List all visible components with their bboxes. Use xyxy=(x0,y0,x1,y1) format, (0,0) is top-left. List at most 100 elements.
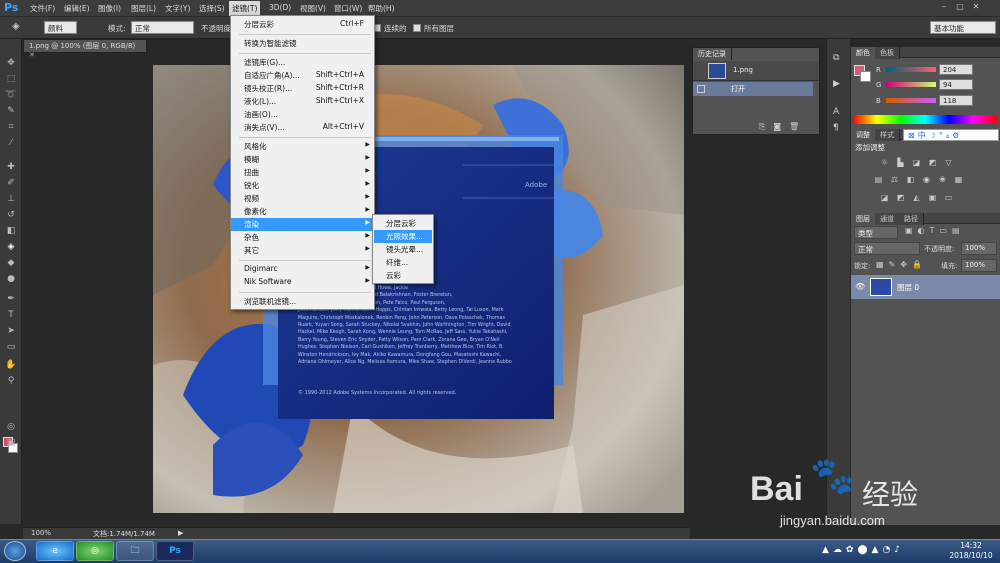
menu-item-stylize[interactable]: 风格化 ▶ xyxy=(231,140,374,153)
posterize-icon[interactable]: ◩ xyxy=(895,193,906,202)
paint-bucket-icon[interactable]: ◈ xyxy=(12,21,20,32)
layer-row[interactable]: 👁 图层 0 xyxy=(851,275,1000,299)
levels-icon[interactable]: ▙ xyxy=(895,158,906,167)
pen-tool-icon[interactable]: ✒ xyxy=(4,293,18,305)
close-icon[interactable]: ✕ xyxy=(968,2,984,14)
menu-item-filter-gallery[interactable]: 滤镜库(G)... xyxy=(231,56,374,69)
blue-slider[interactable] xyxy=(886,98,936,103)
invert-icon[interactable]: ◪ xyxy=(879,193,890,202)
menu-view[interactable]: 视图(V) xyxy=(300,3,326,14)
fill-value[interactable]: 100% xyxy=(961,259,997,272)
menu-item-nik-software[interactable]: Nik Software ▶ xyxy=(231,276,374,289)
menu-item-oil-paint[interactable]: 油画(O)... xyxy=(231,108,374,121)
visibility-eye-icon[interactable]: 👁 xyxy=(855,282,865,291)
tab-paths[interactable]: 路径 xyxy=(899,213,924,225)
paragraph-panel-icon[interactable]: ¶ xyxy=(833,123,839,133)
eraser-tool-icon[interactable]: ◧ xyxy=(4,225,18,237)
history-panel-icon[interactable]: ⧉ xyxy=(833,53,839,63)
fill-source-select[interactable]: 颜料 xyxy=(44,21,77,34)
submenu-clouds[interactable]: 云彩 xyxy=(374,269,432,282)
menu-edit[interactable]: 编辑(E) xyxy=(64,3,90,14)
submenu-lighting-effects[interactable]: 光照效果... xyxy=(374,230,432,243)
crop-tool-icon[interactable]: ⌗ xyxy=(4,121,18,133)
quick-select-tool-icon[interactable]: ✎ xyxy=(4,105,18,117)
zoom-level[interactable]: 100% xyxy=(31,529,51,537)
brush-tool-icon[interactable]: ✐ xyxy=(4,177,18,189)
taskbar-clock[interactable]: 14:32 2018/10/10 xyxy=(945,541,997,563)
layer-filter-icons[interactable]: ▣◐T▭▤ xyxy=(905,226,965,235)
exposure-icon[interactable]: ◩ xyxy=(927,158,938,167)
menu-image[interactable]: 图像(I) xyxy=(98,3,121,14)
character-panel-icon[interactable]: A xyxy=(833,107,839,117)
dodge-tool-icon[interactable]: ● xyxy=(4,273,18,285)
menu-item-smart-filter[interactable]: 转换为智能滤镜 xyxy=(231,37,374,50)
history-footer-icons[interactable]: ⎘◙🗑 xyxy=(759,122,807,132)
stamp-tool-icon[interactable]: ⊥ xyxy=(4,193,18,205)
green-value[interactable]: 94 xyxy=(939,79,973,90)
menu-item-vanishing-point[interactable]: 消失点(V)... Alt+Ctrl+V xyxy=(231,121,374,134)
tab-color[interactable]: 颜色 xyxy=(851,47,876,59)
menu-item-distort[interactable]: 扭曲 ▶ xyxy=(231,166,374,179)
menu-item-blur[interactable]: 模糊 ▶ xyxy=(231,153,374,166)
menu-item-lens-correction[interactable]: 镜头校正(R)... Shift+Ctrl+R xyxy=(231,82,374,95)
maximize-icon[interactable]: □ xyxy=(952,2,968,14)
taskbar-photoshop-icon[interactable]: Ps xyxy=(156,541,194,561)
layer-opacity-value[interactable]: 100% xyxy=(961,242,997,255)
history-brush-icon[interactable]: ↺ xyxy=(4,209,18,221)
menu-file[interactable]: 文件(F) xyxy=(30,3,55,14)
submenu-fibers[interactable]: 纤维... xyxy=(374,256,432,269)
tab-styles[interactable]: 样式 xyxy=(875,129,900,141)
taskbar-explorer-icon[interactable]: 🗀 xyxy=(116,541,154,561)
move-tool-icon[interactable]: ✥ xyxy=(4,57,18,69)
ime-toolbar[interactable]: ⊠中☽°₄⚙ xyxy=(903,129,999,141)
layer-filter-select[interactable]: 类型 xyxy=(854,226,898,239)
red-slider[interactable] xyxy=(886,67,936,72)
tab-adjustments[interactable]: 调整 xyxy=(851,129,876,141)
red-value[interactable]: 204 xyxy=(939,64,973,75)
minimize-icon[interactable]: – xyxy=(936,2,952,14)
menu-filter[interactable]: 滤镜(T) xyxy=(229,1,261,16)
quick-mask-icon[interactable]: ◎ xyxy=(4,421,18,433)
curves-icon[interactable]: ◪ xyxy=(911,158,922,167)
taskbar-360-icon[interactable]: ◎ xyxy=(76,541,114,561)
type-tool-icon[interactable]: T xyxy=(4,309,18,321)
menu-select[interactable]: 选择(S) xyxy=(199,3,225,14)
menu-layer[interactable]: 图层(L) xyxy=(131,3,156,14)
brightness-icon[interactable]: ☼ xyxy=(879,158,890,167)
menu-window[interactable]: 窗口(W) xyxy=(334,3,362,14)
history-snapshot-row[interactable]: 1.png xyxy=(693,61,819,81)
channel-mixer-icon[interactable]: ❀ xyxy=(937,175,948,184)
blur-tool-icon[interactable]: ◆ xyxy=(4,257,18,269)
menu-item-sharpen[interactable]: 锐化 ▶ xyxy=(231,179,374,192)
menu-item-browse-online[interactable]: 浏览联机滤镜... xyxy=(231,295,374,308)
tab-history[interactable]: 历史记录 xyxy=(693,48,732,60)
lock-icons[interactable]: ▦✎✥🔒 xyxy=(876,260,927,269)
actions-panel-icon[interactable]: ▶ xyxy=(833,79,840,89)
balance-icon[interactable]: ⚖ xyxy=(889,175,900,184)
menu-item-liquify[interactable]: 液化(L)... Shift+Ctrl+X xyxy=(231,95,374,108)
eyedropper-tool-icon[interactable]: ⁄ xyxy=(4,137,18,149)
bw-icon[interactable]: ◧ xyxy=(905,175,916,184)
document-tab[interactable]: 1.png @ 100% (图层 0, RGB/8) ✕ xyxy=(23,39,147,59)
menu-item-last-filter[interactable]: 分层云彩 Ctrl+F xyxy=(231,18,374,31)
menu-item-render[interactable]: 渲染 ▶ xyxy=(231,218,374,231)
menu-help[interactable]: 帮助(H) xyxy=(368,3,395,14)
color-ramp[interactable] xyxy=(853,115,997,124)
menu-item-pixelate[interactable]: 像素化 ▶ xyxy=(231,205,374,218)
green-slider[interactable] xyxy=(886,82,936,87)
workspace-select[interactable]: 基本功能 xyxy=(930,21,996,34)
submenu-lens-flare[interactable]: 镜头光晕... xyxy=(374,243,432,256)
menu-item-adaptive-wide[interactable]: 自适应广角(A)... Shift+Ctrl+A xyxy=(231,69,374,82)
system-tray-icons[interactable]: ▲☁✿⬤▲◔♪ xyxy=(822,545,904,555)
menu-item-noise[interactable]: 杂色 ▶ xyxy=(231,231,374,244)
tab-swatches[interactable]: 色板 xyxy=(875,47,900,59)
marquee-tool-icon[interactable]: ⬚ xyxy=(4,73,18,85)
bg-color-preview[interactable] xyxy=(860,71,871,82)
path-select-icon[interactable]: ➤ xyxy=(4,325,18,337)
photo-filter-icon[interactable]: ◉ xyxy=(921,175,932,184)
selective-color-icon[interactable]: ▣ xyxy=(927,193,938,202)
paint-bucket-tool-icon[interactable]: ◈ xyxy=(4,241,18,253)
lasso-tool-icon[interactable]: ➰ xyxy=(4,89,18,101)
menu-item-digimarc[interactable]: Digimarc ▶ xyxy=(231,263,374,276)
start-button[interactable] xyxy=(4,541,26,561)
